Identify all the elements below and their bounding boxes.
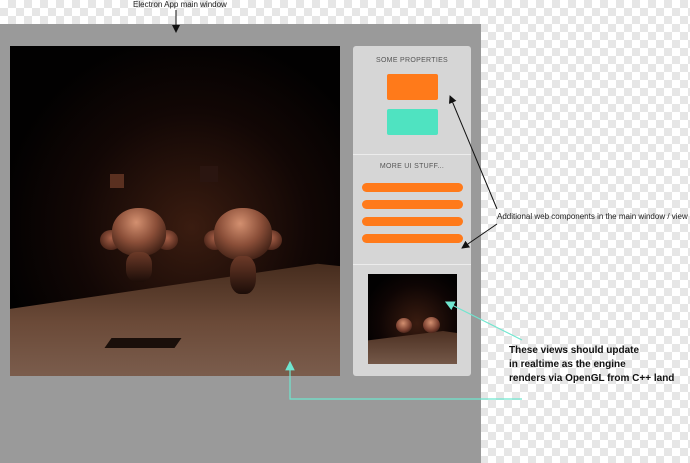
scene-cube [200,166,218,182]
window-label: Electron App main window [133,0,227,9]
opengl-viewport[interactable] [10,46,340,376]
section-divider [353,154,471,155]
orange-property-button[interactable] [387,74,438,100]
ui-stuff-bar[interactable] [362,234,463,243]
scene-block [104,338,182,348]
ui-stuff-bar[interactable] [362,200,463,209]
scene-cube [110,174,124,188]
realtime-annotation: These views should update in realtime as… [509,345,675,384]
web-components-sidebar: SOME PROPERTIES MORE UI STUFF... [353,46,471,376]
ui-stuff-bar[interactable] [362,217,463,226]
web-components-annotation: Additional web components in the main wi… [497,212,688,221]
scene-floor [10,263,340,376]
section-title-properties: SOME PROPERTIES [375,57,449,64]
section-title-ui-stuff: MORE UI STUFF... [379,163,445,170]
opengl-thumbnail-view[interactable] [368,274,457,364]
ui-stuff-bar[interactable] [362,183,463,192]
section-divider [353,264,471,265]
teal-property-button[interactable] [387,109,438,135]
